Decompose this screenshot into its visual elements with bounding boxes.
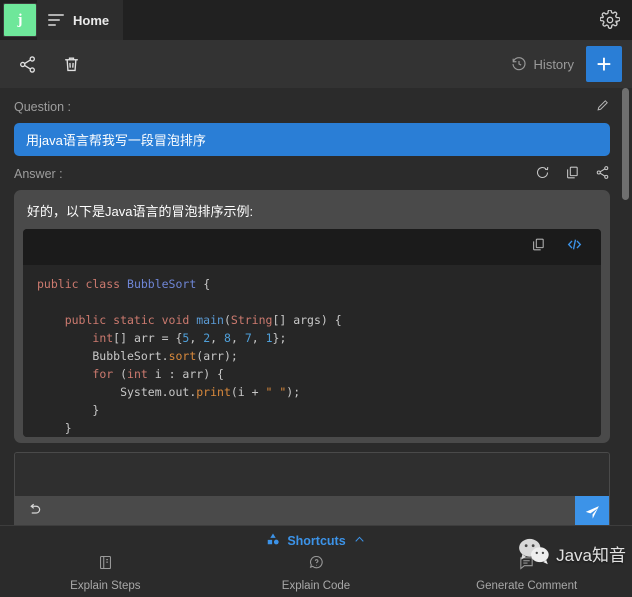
app-logo-letter: j	[18, 13, 23, 28]
composer-input[interactable]	[15, 453, 609, 496]
shortcut-label: Explain Steps	[70, 580, 140, 592]
shortcut-label: Explain Code	[282, 580, 350, 592]
copy-icon[interactable]	[531, 237, 546, 257]
history-button[interactable]: History	[511, 56, 574, 72]
scrollbar-thumb[interactable]	[622, 88, 629, 200]
shapes-icon	[266, 532, 280, 549]
question-label-row: Question :	[14, 98, 610, 116]
answer-label-row: Answer :	[14, 165, 610, 183]
question-label: Question :	[14, 100, 71, 114]
refresh-icon[interactable]	[535, 165, 550, 183]
pencil-edit-icon[interactable]	[595, 98, 610, 116]
action-bar: History +	[0, 40, 632, 88]
code-brackets-icon[interactable]	[566, 236, 583, 258]
conversation-content: Question : 用java语言帮我写一段冒泡排序 Answer :	[0, 88, 632, 443]
vertical-scrollbar[interactable]	[622, 88, 629, 444]
question-bubble-icon	[308, 554, 325, 576]
new-chat-label: +	[596, 52, 611, 76]
watermark-text: Java知音	[556, 541, 626, 566]
wechat-logo-icon	[517, 536, 551, 571]
share-icon[interactable]	[14, 51, 40, 77]
code-block-toolbar	[23, 229, 601, 265]
answer-actions	[535, 165, 610, 183]
history-clock-icon	[511, 56, 527, 72]
undo-arrow-icon[interactable]	[25, 501, 43, 524]
app-logo: j	[3, 3, 37, 37]
book-steps-icon	[97, 554, 114, 576]
tab-home-label: Home	[73, 13, 109, 28]
title-bar: j Home	[0, 0, 632, 40]
code-content[interactable]: public class BubbleSort { public static …	[23, 265, 601, 437]
shortcut-explain-code[interactable]: Explain Code	[211, 554, 422, 592]
tab-home[interactable]: Home	[37, 0, 123, 40]
composer	[14, 452, 610, 530]
chevron-up-icon[interactable]	[353, 533, 366, 549]
share-icon[interactable]	[595, 165, 610, 183]
code-block: public class BubbleSort { public static …	[23, 229, 601, 437]
shortcuts-title: Shortcuts	[287, 534, 345, 548]
answer-intro-text: 好的，以下是Java语言的冒泡排序示例:	[23, 199, 601, 229]
new-chat-button[interactable]: +	[586, 46, 622, 82]
send-paper-plane-icon	[584, 504, 601, 521]
hamburger-menu-icon[interactable]	[48, 14, 64, 26]
question-bubble[interactable]: 用java语言帮我写一段冒泡排序	[14, 123, 610, 156]
answer-label: Answer :	[14, 167, 63, 181]
watermark: Java知音	[517, 536, 626, 571]
trash-icon[interactable]	[58, 51, 84, 77]
answer-panel: 好的，以下是Java语言的冒泡排序示例: public class Bubble…	[14, 190, 610, 443]
gear-icon[interactable]	[600, 10, 620, 30]
copy-icon[interactable]	[565, 165, 580, 183]
shortcut-label: Generate Comment	[476, 580, 577, 592]
history-label: History	[534, 57, 574, 72]
question-text: 用java语言帮我写一段冒泡排序	[26, 130, 206, 149]
shortcut-explain-steps[interactable]: Explain Steps	[0, 554, 211, 592]
